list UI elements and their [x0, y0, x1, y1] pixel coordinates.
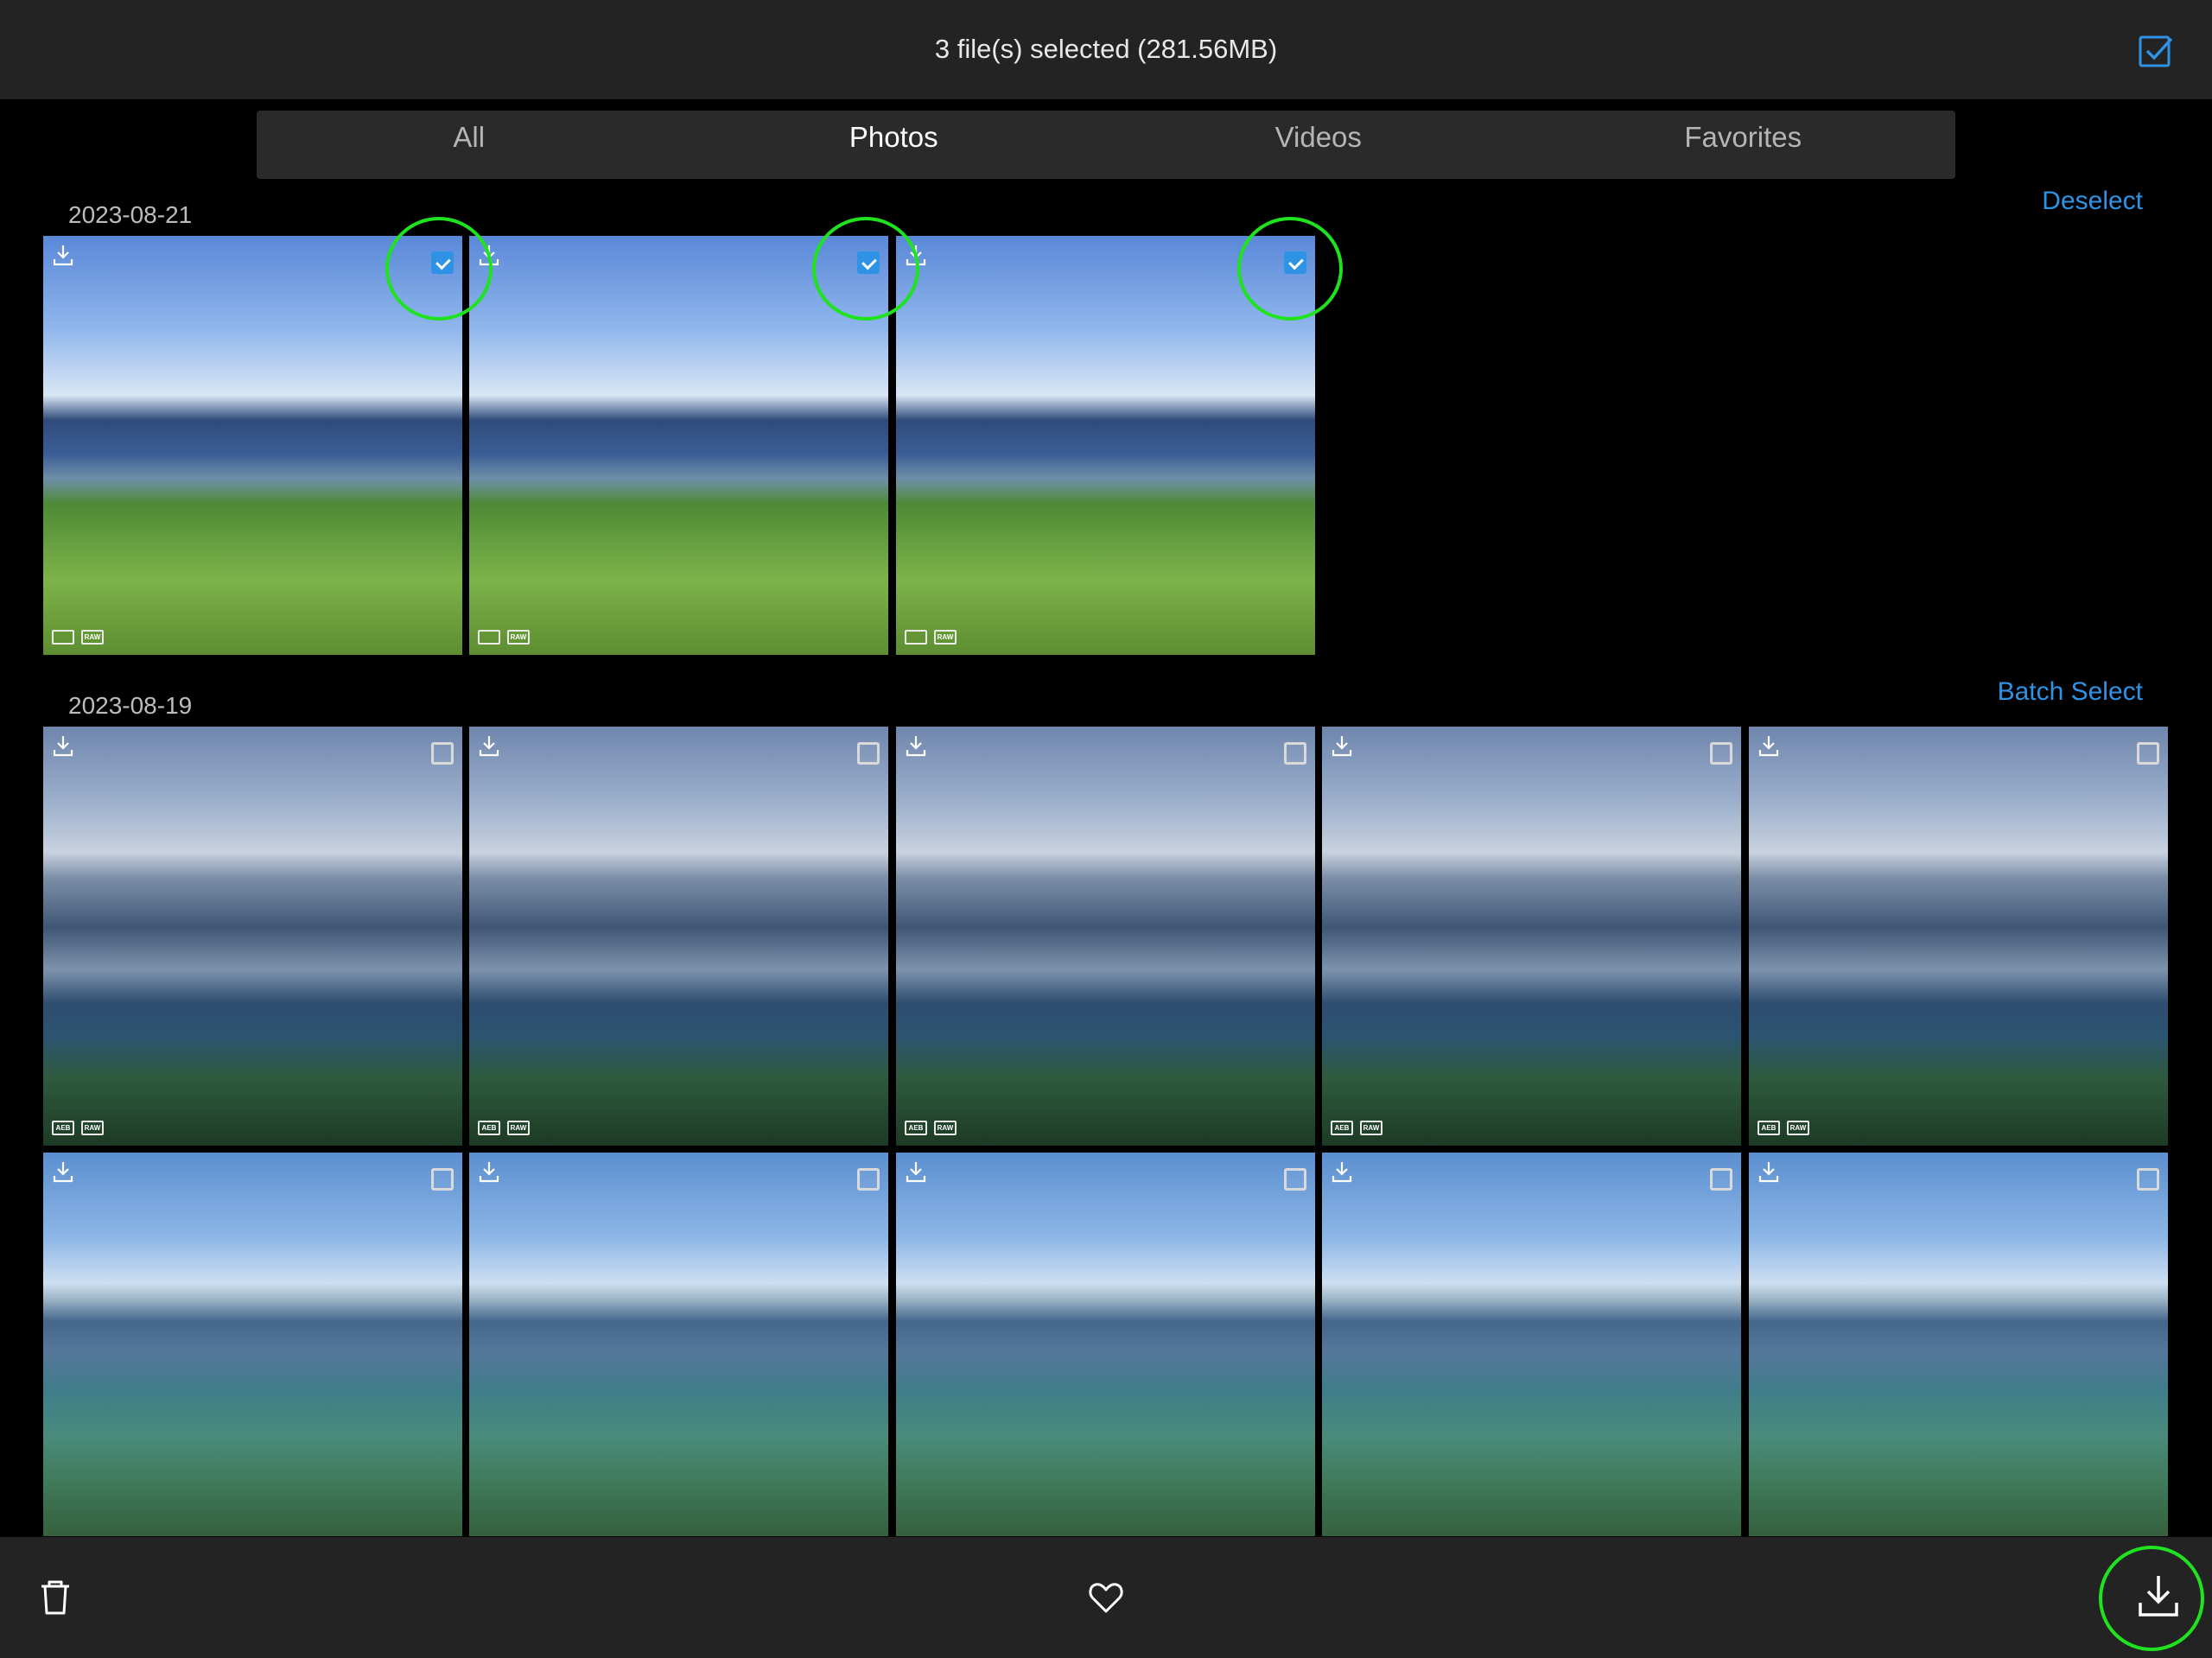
- download-icon: [906, 736, 926, 757]
- tab-photos[interactable]: Photos: [682, 111, 1107, 179]
- raw-badge: RAW: [1787, 1121, 1809, 1135]
- image-type-icon: [905, 630, 927, 645]
- selection-checkbox[interactable]: [431, 1168, 454, 1191]
- photo-image: [896, 727, 1315, 1146]
- selection-checkbox[interactable]: [1284, 251, 1306, 274]
- photo-thumbnail[interactable]: AEB RAW: [43, 727, 462, 1146]
- aeb-badge: AEB: [1758, 1121, 1780, 1135]
- download-icon: [906, 1162, 926, 1183]
- raw-badge: RAW: [934, 630, 957, 645]
- aeb-badge: AEB: [478, 1121, 500, 1135]
- photo-image: [896, 1153, 1315, 1536]
- aeb-badge: AEB: [905, 1121, 927, 1135]
- selection-checkbox[interactable]: [1710, 742, 1732, 765]
- selection-checkbox[interactable]: [857, 251, 880, 274]
- selection-checkbox[interactable]: [2137, 742, 2159, 765]
- photo-image: [469, 1153, 888, 1536]
- photo-image: [1749, 727, 2168, 1146]
- download-icon: [53, 736, 73, 757]
- selection-checkbox[interactable]: [857, 742, 880, 765]
- photo-thumbnail[interactable]: AEB RAW: [1749, 727, 2168, 1146]
- top-bar: 3 file(s) selected (281.56MB): [0, 0, 2212, 99]
- photo-thumbnail[interactable]: [896, 1153, 1315, 1536]
- download-icon: [53, 1162, 73, 1183]
- photo-thumbnail[interactable]: RAW: [896, 236, 1315, 655]
- trash-icon[interactable]: [36, 1579, 74, 1617]
- photo-image: [896, 236, 1315, 655]
- download-icon[interactable]: [2137, 1573, 2180, 1618]
- image-type-icon: [52, 630, 74, 645]
- photo-thumbnail[interactable]: [1749, 1153, 2168, 1536]
- raw-badge: RAW: [507, 1121, 530, 1135]
- photo-thumbnail[interactable]: AEB RAW: [1322, 727, 1741, 1146]
- batch-select-button[interactable]: Batch Select: [1998, 677, 2143, 707]
- photo-image: [469, 236, 888, 655]
- image-type-icon: [478, 630, 500, 645]
- deselect-button[interactable]: Deselect: [2042, 187, 2143, 216]
- selection-checkbox[interactable]: [857, 1168, 880, 1191]
- raw-badge: RAW: [81, 1121, 104, 1135]
- selection-checkbox[interactable]: [1284, 1168, 1306, 1191]
- download-icon: [479, 245, 499, 266]
- selection-checkbox[interactable]: [1710, 1168, 1732, 1191]
- photo-image: [1749, 1153, 2168, 1536]
- photo-thumbnail[interactable]: [469, 1153, 888, 1536]
- photo-image: [43, 236, 462, 655]
- photo-thumbnail[interactable]: AEB RAW: [896, 727, 1315, 1146]
- photo-thumbnail[interactable]: RAW: [43, 236, 462, 655]
- tab-all[interactable]: All: [257, 111, 682, 179]
- selection-checkbox[interactable]: [431, 251, 454, 274]
- selection-checkbox[interactable]: [431, 742, 454, 765]
- download-icon: [1758, 1162, 1779, 1183]
- photo-image: [43, 727, 462, 1146]
- tab-videos[interactable]: Videos: [1106, 111, 1531, 179]
- filter-tabs: All Photos Videos Favorites: [257, 111, 1955, 179]
- photo-thumbnail[interactable]: [1322, 1153, 1741, 1536]
- download-icon: [1758, 736, 1779, 757]
- section-date: 2023-08-21: [68, 201, 193, 228]
- selection-summary: 3 file(s) selected (281.56MB): [934, 34, 1278, 64]
- photo-image: [43, 1153, 462, 1536]
- aeb-badge: AEB: [1331, 1121, 1353, 1135]
- download-icon: [53, 245, 73, 266]
- tab-favorites[interactable]: Favorites: [1531, 111, 1956, 179]
- selection-checkbox[interactable]: [1284, 742, 1306, 765]
- heart-icon[interactable]: [1087, 1579, 1125, 1617]
- download-icon: [906, 245, 926, 266]
- select-all-icon[interactable]: [2138, 33, 2174, 69]
- photo-thumbnail[interactable]: AEB RAW: [469, 727, 888, 1146]
- raw-badge: RAW: [1360, 1121, 1382, 1135]
- raw-badge: RAW: [507, 630, 530, 645]
- download-icon: [1332, 736, 1352, 757]
- download-icon: [479, 736, 499, 757]
- photo-image: [1322, 727, 1741, 1146]
- photo-thumbnail[interactable]: [43, 1153, 462, 1536]
- raw-badge: RAW: [934, 1121, 957, 1135]
- photo-image: [469, 727, 888, 1146]
- selection-checkbox[interactable]: [2137, 1168, 2159, 1191]
- photo-thumbnail[interactable]: RAW: [469, 236, 888, 655]
- photo-image: [1322, 1153, 1741, 1536]
- aeb-badge: AEB: [52, 1121, 74, 1135]
- bottom-toolbar: [0, 1537, 2212, 1658]
- download-icon: [479, 1162, 499, 1183]
- raw-badge: RAW: [81, 630, 104, 645]
- download-icon: [1332, 1162, 1352, 1183]
- section-date: 2023-08-19: [68, 692, 193, 719]
